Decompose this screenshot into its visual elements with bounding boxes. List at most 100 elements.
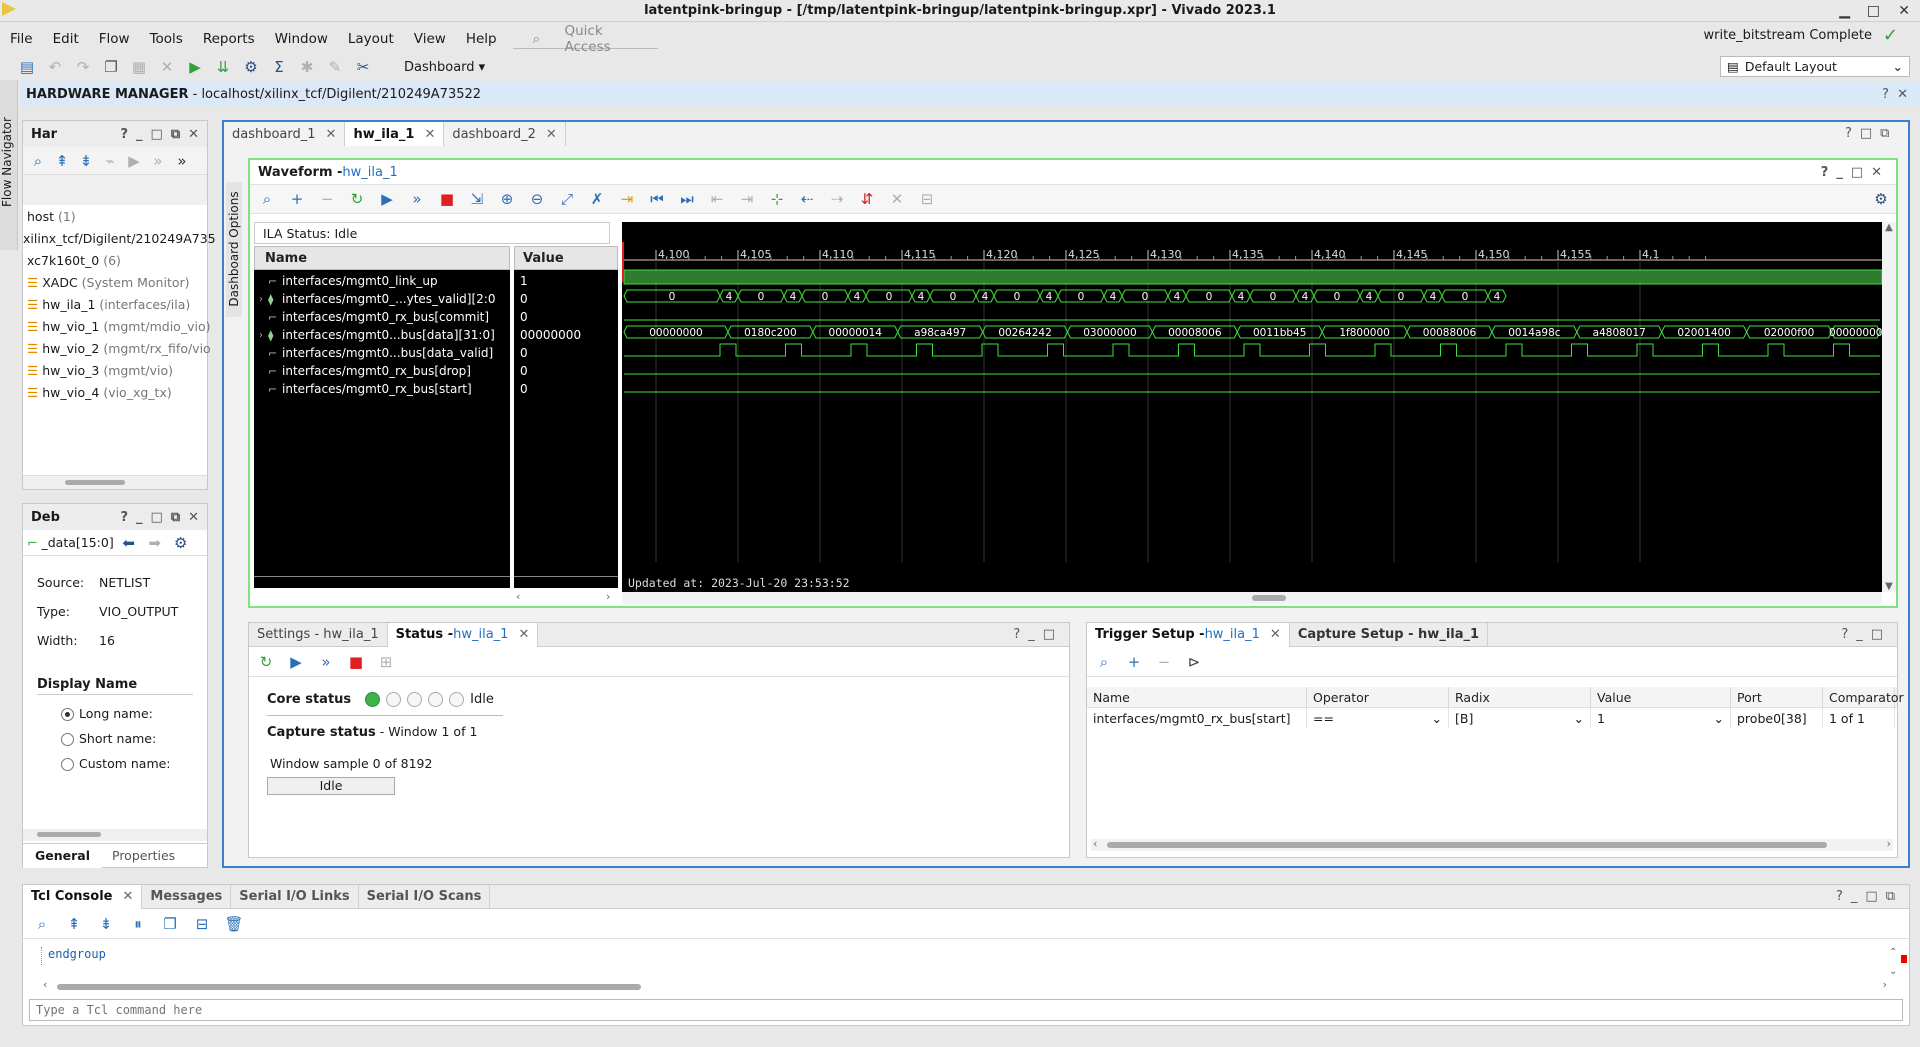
next-marker-icon[interactable]: ⇢ — [826, 188, 848, 210]
signal-row[interactable]: › ⧫ interfaces/mgmt0_...ytes_valid][2:0 — [254, 290, 510, 308]
scrollbar-thumb[interactable] — [1252, 595, 1286, 601]
dashboard-dropdown[interactable]: Dashboard ▾ — [404, 60, 485, 75]
auto-connect-icon[interactable]: ⌁ — [99, 150, 121, 172]
panel-window-controls[interactable]: ?_□ — [1013, 627, 1063, 642]
vertical-scrollbar[interactable]: ▲ ▼ — [1882, 222, 1896, 592]
close-icon[interactable]: ✕ — [326, 127, 337, 142]
column-radix[interactable]: Radix — [1449, 687, 1591, 707]
run-trigger-icon[interactable]: ▶ — [123, 150, 145, 172]
tcl-command-input[interactable] — [29, 999, 1903, 1021]
tcl-command-field[interactable] — [30, 1000, 1902, 1020]
signal-row[interactable]: ⌐ interfaces/mgmt0_rx_bus[drop] — [254, 362, 510, 380]
tree-item-target[interactable]: xilinx_tcf/Digilent/210249A735 — [23, 227, 216, 249]
remove-icon[interactable]: − — [316, 188, 338, 210]
next-transition-icon[interactable]: ⇥ — [736, 188, 758, 210]
pause-icon[interactable]: ⏸ — [127, 913, 149, 935]
run-trigger-icon[interactable]: ▶ — [376, 188, 398, 210]
signal-row[interactable]: › ⧫ interfaces/mgmt0...bus[data][31:0] — [254, 326, 510, 344]
column-port[interactable]: Port — [1731, 687, 1823, 707]
panel-window-controls[interactable]: ?_□✕ — [1821, 165, 1890, 180]
horizontal-scrollbar[interactable]: ‹ › — [1091, 837, 1893, 851]
scrollbar-thumb[interactable] — [65, 480, 125, 485]
collapse-all-icon[interactable]: ⇞ — [63, 913, 85, 935]
remove-icon[interactable]: − — [1153, 651, 1175, 673]
undo-icon[interactable]: ↶ — [44, 56, 66, 78]
panel-window-controls[interactable]: ?_□⧉✕ — [121, 510, 208, 525]
menu-window[interactable]: Window — [265, 31, 338, 47]
close-icon[interactable]: ✕ — [1270, 627, 1281, 642]
menu-tools[interactable]: Tools — [140, 31, 193, 47]
value-column-header[interactable]: Value — [514, 246, 618, 270]
add-icon[interactable]: + — [286, 188, 308, 210]
redo-icon[interactable]: ↷ — [72, 56, 94, 78]
tab-capture-setup[interactable]: Capture Setup - hw_ila_1 — [1290, 622, 1489, 647]
tree-item-hw-vio-3[interactable]: ☰ hw_vio_3 (mgmt/vio) — [23, 359, 207, 381]
tab-dashboard-2[interactable]: dashboard_2 ✕ — [444, 122, 566, 146]
copy-icon[interactable]: ❐ — [159, 913, 181, 935]
close-icon[interactable]: ✕ — [1898, 0, 1910, 22]
tab-properties[interactable]: Properties — [102, 848, 185, 863]
waveform-canvas[interactable]: 4,100 4,105 4,110 4,115 4,120 4,125 4,130 4,135… — [622, 222, 1883, 592]
expand-all-icon[interactable]: ⇟ — [95, 913, 117, 935]
run-trigger-immediate-icon[interactable]: ↻ — [346, 188, 368, 210]
radix-select[interactable]: [B] ⌄ — [1449, 708, 1591, 728]
long-name-radio[interactable]: Long name: — [61, 701, 207, 726]
menu-file[interactable]: File — [0, 31, 43, 47]
close-icon[interactable]: ✕ — [424, 127, 435, 142]
export-icon[interactable]: ⇲ — [466, 188, 488, 210]
tree-item-hw-ila-1[interactable]: ☰ hw_ila_1 (interfaces/ila) — [23, 293, 207, 315]
scroll-up-icon[interactable]: ▲ — [1882, 222, 1896, 233]
menu-edit[interactable]: Edit — [43, 31, 89, 47]
custom-name-radio[interactable]: Custom name: — [61, 751, 207, 776]
forward-arrow-icon[interactable]: ➡ — [144, 532, 166, 554]
console-scrollbar[interactable]: ‹ › — [41, 978, 1901, 993]
horizontal-scrollbar[interactable] — [23, 829, 207, 841]
run-immediate-icon[interactable]: » — [147, 150, 169, 172]
comparator-value[interactable]: 1 of 1 — [1823, 708, 1895, 728]
quick-access-search[interactable]: ⌕ Quick Access — [512, 23, 658, 55]
expand-icon[interactable]: › — [254, 330, 268, 341]
collapse-all-icon[interactable]: ⇞ — [51, 150, 73, 172]
dashboard-options-tab[interactable]: Dashboard Options — [226, 182, 242, 317]
run-trigger-icon[interactable]: ▶ — [285, 651, 307, 673]
column-operator[interactable]: Operator — [1307, 687, 1449, 707]
layout-select[interactable]: ▤ Default Layout ⌄ — [1720, 56, 1910, 77]
zoom-out-icon[interactable]: ⊖ — [526, 188, 548, 210]
scrollbar-thumb[interactable] — [57, 984, 641, 990]
wrap-icon[interactable]: ⊟ — [191, 913, 213, 935]
expand-all-icon[interactable]: ⇟ — [75, 150, 97, 172]
panel-window-controls[interactable]: ?_□⧉✕ — [121, 127, 208, 142]
tab-hw-ila-1[interactable]: hw_ila_1 ✕ — [345, 122, 445, 146]
signal-row[interactable]: ⌐ interfaces/mgmt0_rx_bus[commit] — [254, 308, 510, 326]
prev-marker-icon[interactable]: ⇠ — [796, 188, 818, 210]
run-trigger-immediate-icon[interactable]: ↻ — [255, 651, 277, 673]
tool-a-icon[interactable]: ✱ — [296, 56, 318, 78]
tree-item-host[interactable]: host (1) — [23, 205, 207, 227]
marker-icon[interactable]: ⇥ — [616, 188, 638, 210]
operator-select[interactable]: == ⌄ — [1307, 708, 1449, 728]
prev-transition-icon[interactable]: ⇤ — [706, 188, 728, 210]
console-vscroll[interactable]: ⌃ ⌄ — [1889, 947, 1907, 981]
minimize-icon[interactable]: ▁ — [1839, 0, 1850, 22]
search-icon[interactable]: ⌕ — [31, 913, 53, 935]
short-name-radio[interactable]: Short name: — [61, 726, 207, 751]
signal-row[interactable]: ⌐ interfaces/mgmt0_rx_bus[start] — [254, 380, 510, 398]
name-pane-scrollbar[interactable]: ‹ › — [254, 590, 618, 603]
paste-icon[interactable]: ▦ — [128, 56, 150, 78]
close-icon[interactable]: ✕ — [518, 627, 529, 642]
flow-navigator-tab[interactable]: Flow Navigator — [0, 80, 18, 250]
delete-icon[interactable]: ✕ — [156, 56, 178, 78]
swap-cursor-icon[interactable]: ⇵ — [856, 188, 878, 210]
tab-dashboard-1[interactable]: dashboard_1 ✕ — [224, 122, 346, 146]
signal-row[interactable]: ⌐ interfaces/mgmt0_link_up — [254, 272, 510, 290]
clear-icon[interactable]: 🗑 — [223, 913, 245, 935]
settings-gear-icon[interactable]: ⚙ — [170, 532, 192, 554]
menu-layout[interactable]: Layout — [338, 31, 404, 47]
trigger-condition-icon[interactable]: ⊳ — [1183, 651, 1205, 673]
tree-item-hw-vio-2[interactable]: ☰ hw_vio_2 (mgmt/rx_fifo/vio — [23, 337, 211, 359]
scrollbar-thumb[interactable] — [1107, 842, 1827, 848]
run-immediate-icon[interactable]: » — [315, 651, 337, 673]
zoom-in-icon[interactable]: ⊕ — [496, 188, 518, 210]
stop-icon[interactable]: ■ — [436, 188, 458, 210]
back-arrow-icon[interactable]: ⬅ — [118, 532, 140, 554]
